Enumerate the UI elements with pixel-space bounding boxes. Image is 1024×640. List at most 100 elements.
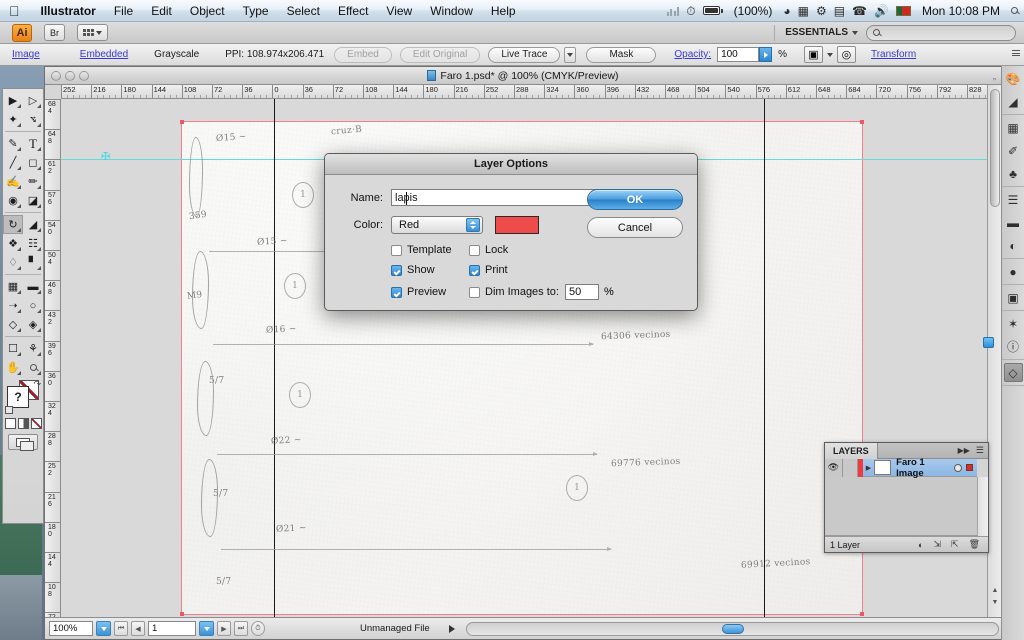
volume-icon[interactable]: 🔊 (874, 5, 889, 17)
direct-selection-tool[interactable]: ▷ (23, 91, 43, 110)
tab-layers[interactable]: LAYERS (825, 442, 878, 459)
document-vertical-scrollbar[interactable]: ▲ ▼ (987, 85, 1001, 617)
none-button[interactable] (30, 418, 42, 429)
color-panel-icon[interactable]: 🎨 (1004, 69, 1023, 88)
default-fill-stroke-icon[interactable] (5, 406, 13, 414)
apple-icon[interactable]:  (9, 4, 20, 18)
rectangle-tool[interactable]: ◻ (23, 153, 43, 172)
lock-toggle[interactable] (842, 458, 858, 477)
menu-view[interactable]: View (377, 0, 421, 22)
swatches-panel-icon[interactable]: ▦ (1004, 118, 1023, 137)
template-checkbox[interactable]: Template (391, 244, 469, 256)
create-new-sublayer-icon[interactable]: ⇲ (933, 539, 941, 550)
selection-indicator-icon[interactable] (966, 464, 973, 471)
opacity-label[interactable]: Opacity: (668, 49, 717, 60)
spotlight-icon[interactable] (1011, 7, 1018, 14)
clock-status-icon[interactable]: ⏱ (251, 621, 265, 636)
menu-select[interactable]: Select (278, 0, 329, 22)
workspace-switcher[interactable]: ESSENTIALS (774, 24, 858, 41)
live-paint-bucket-tool[interactable]: ◇ (3, 315, 23, 334)
status-menu-icon[interactable] (448, 624, 455, 633)
pathfinder-panel-icon[interactable]: ▣ (1004, 288, 1023, 307)
gradient-tool[interactable]: ▬ (23, 277, 43, 296)
brushes-panel-icon[interactable]: ✐ (1004, 141, 1023, 160)
menu-object[interactable]: Object (181, 0, 234, 22)
expand-layer-icon[interactable]: ▶ (863, 459, 875, 477)
gradient-slider-icon[interactable]: ▬ (1004, 213, 1023, 232)
vertical-ruler[interactable]: 684 648 612 576 540 504 468 432 396 360 324 288 252 2… (45, 99, 61, 617)
chevron-down-icon[interactable] (826, 47, 834, 63)
embed-button[interactable]: Embed (334, 46, 392, 63)
layers-panel-icon[interactable]: ◇ (1003, 363, 1023, 382)
edit-original-button[interactable]: Edit Original (399, 46, 481, 63)
fill-stroke-control[interactable]: ? ↷ (5, 379, 41, 414)
dim-images-checkbox[interactable]: Dim Images to: (469, 286, 559, 298)
document-horizontal-scrollbar[interactable] (465, 621, 999, 636)
target-indicator-icon[interactable] (954, 463, 962, 472)
scroll-up-arrow-icon[interactable]: ▲ (990, 585, 1000, 595)
menubar-clock[interactable]: Mon 10:08 PM (918, 4, 1004, 18)
last-artboard-button[interactable]: ⏭ (234, 621, 248, 636)
screen-sharing-icon[interactable]: ▤ (834, 5, 845, 17)
panel-collapse-tab[interactable] (983, 337, 994, 348)
paintbrush-tool[interactable]: ✍ (3, 172, 23, 191)
type-tool[interactable]: T (23, 134, 43, 153)
make-clipping-mask-icon[interactable]: ◐ (918, 540, 923, 550)
scrollbar-thumb[interactable] (990, 89, 1000, 207)
menu-window[interactable]: Window (421, 0, 482, 22)
slice-tool[interactable]: ⚘ (23, 339, 43, 358)
previous-artboard-button[interactable]: ◀ (131, 621, 145, 636)
battery-icon[interactable] (702, 6, 723, 15)
layer-options-dialog[interactable]: Layer Options Name: lapis Color: Red (324, 153, 698, 311)
hand-tool[interactable]: ✋ (3, 358, 23, 377)
transform-link[interactable]: Transform (865, 49, 922, 60)
cancel-button[interactable]: Cancel (587, 217, 683, 238)
blend-tool[interactable]: ○ (23, 296, 43, 315)
symbol-sprayer-tool[interactable]: ♢ (3, 253, 23, 272)
gradient-button[interactable] (17, 418, 29, 429)
menu-effect[interactable]: Effect (329, 0, 377, 22)
dim-images-input[interactable]: 50 (564, 284, 599, 300)
warp-tool[interactable]: ❖ (3, 234, 23, 253)
layer-name[interactable]: Faro 1 Image (896, 457, 954, 479)
zoom-preset-button[interactable] (96, 621, 111, 636)
line-segment-tool[interactable]: ╱ (3, 153, 23, 172)
first-artboard-button[interactable]: ⏮ (114, 621, 128, 636)
eyedropper-tool[interactable]: ➝ (3, 296, 23, 315)
image-link[interactable]: Image (6, 49, 46, 60)
lasso-tool[interactable]: ⦪ (23, 110, 43, 129)
live-trace-button[interactable]: Live Trace (488, 46, 561, 63)
layer-row-faro-1-image[interactable]: 👁 ▶ Faro 1 Image (825, 457, 977, 479)
symbols-panel-icon[interactable]: ♣ (1004, 164, 1023, 183)
scroll-down-arrow-icon[interactable]: ▼ (990, 597, 1000, 607)
next-artboard-button[interactable]: ▶ (217, 621, 231, 636)
scrollbar-thumb[interactable] (721, 623, 744, 634)
document-titlebar[interactable]: Faro 1.psd* @ 100% (CMYK/Preview) „ (45, 67, 1001, 85)
horizontal-ruler[interactable]: 252 216 180 144 108 72 36 0 36 72 108 144 180 216 252 2… (61, 85, 987, 99)
phone-icon[interactable]: ☎ (852, 5, 867, 17)
bluetooth-icon[interactable]: ⚙ (816, 5, 827, 17)
live-paint-selection-tool[interactable]: ◈ (23, 315, 43, 334)
opacity-input[interactable]: 100 (717, 47, 760, 62)
magic-wand-tool[interactable]: ✦ (3, 110, 23, 129)
pen-tool[interactable]: ✎ (3, 134, 23, 153)
embedded-link[interactable]: Embedded (74, 49, 134, 60)
info-panel-icon[interactable]: ⓘ (1004, 337, 1023, 356)
collapse-panel-icon[interactable]: ▶▶ (958, 446, 970, 455)
create-new-layer-icon[interactable]: ⇱ (951, 539, 959, 550)
artboard-tool[interactable]: ☐ (3, 339, 23, 358)
selection-tool[interactable]: ▶ (3, 91, 23, 110)
layer-color-select[interactable]: Red (391, 216, 483, 234)
appearance-panel-icon[interactable]: ● (1004, 262, 1023, 281)
show-checkbox[interactable]: Show (391, 264, 469, 276)
screen-mode-button[interactable] (8, 434, 38, 451)
mask-button[interactable]: Mask (586, 46, 657, 63)
panel-menu-icon[interactable]: ☰ (976, 445, 984, 456)
print-checkbox[interactable]: Print (469, 264, 508, 276)
time-machine-icon[interactable]: ⏱ (686, 5, 695, 17)
equalizer-icon[interactable] (666, 6, 680, 16)
gradient-panel-icon[interactable]: ◢ (1004, 92, 1023, 111)
transparency-panel-icon[interactable]: ◐ (1004, 236, 1023, 255)
arrange-documents-button[interactable] (77, 24, 108, 41)
ok-button[interactable]: OK (587, 189, 683, 210)
